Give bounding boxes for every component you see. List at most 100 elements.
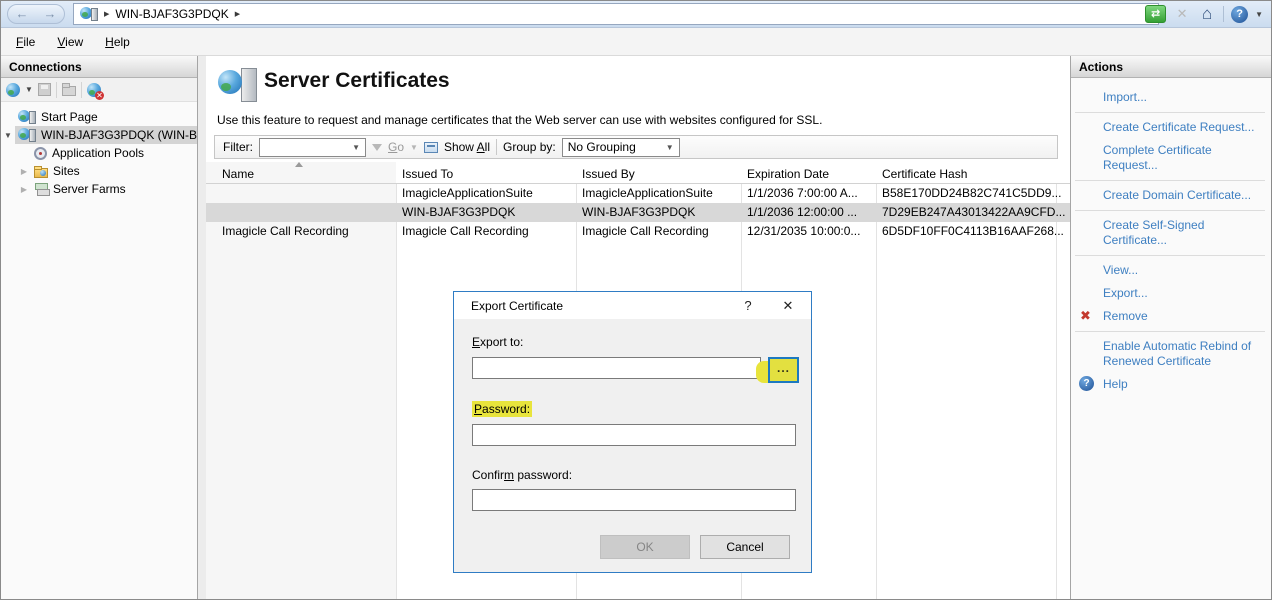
export-certificate-dialog: Export Certificate ? ✕ Export to: ... Pa… bbox=[453, 291, 812, 573]
connect-icon[interactable] bbox=[6, 83, 20, 97]
divider bbox=[81, 82, 82, 98]
action-view[interactable]: View... bbox=[1071, 259, 1267, 282]
action-export[interactable]: Export... bbox=[1071, 282, 1267, 305]
dialog-help-icon[interactable]: ? bbox=[731, 298, 765, 313]
confirm-password-label: Confirm password: bbox=[472, 468, 572, 482]
export-to-input[interactable] bbox=[472, 357, 761, 379]
refresh-icon[interactable]: ⇄ bbox=[1145, 5, 1166, 23]
cancel-button[interactable]: Cancel bbox=[700, 535, 790, 559]
forward-icon[interactable]: → bbox=[44, 5, 57, 23]
divider bbox=[1075, 255, 1265, 256]
address-bar: ← → ▶ WIN-BJAF3G3PDQK ▶ ⇄ ✕ ⌂ ? ▼ bbox=[1, 1, 1271, 28]
connections-header: Connections bbox=[1, 56, 197, 78]
help-circle-icon: ? bbox=[1079, 376, 1094, 391]
home-icon[interactable]: ⌂ bbox=[1198, 5, 1216, 23]
ok-button[interactable]: OK bbox=[600, 535, 690, 559]
page-description: Use this feature to request and manage c… bbox=[217, 113, 822, 127]
dialog-close-icon[interactable]: ✕ bbox=[765, 298, 811, 314]
start-page-icon bbox=[18, 110, 36, 125]
filter-input[interactable]: ▼ bbox=[259, 138, 366, 157]
filter-label: Filter: bbox=[223, 140, 253, 154]
browse-button[interactable]: ... bbox=[768, 357, 799, 383]
chevron-down-icon: ▼ bbox=[666, 143, 674, 152]
chevron-right-icon[interactable]: ▶ bbox=[17, 185, 31, 194]
action-create-certificate-request[interactable]: Create Certificate Request... bbox=[1071, 116, 1267, 139]
save-icon[interactable] bbox=[38, 83, 51, 96]
show-all-button[interactable]: Show All bbox=[444, 140, 490, 154]
stop-icon[interactable]: ✕ bbox=[1173, 5, 1191, 23]
filter-toolbar: Filter: ▼ Go ▼ Show All Group by: No Gro… bbox=[214, 135, 1058, 159]
chevron-right-icon[interactable]: ▶ bbox=[17, 167, 31, 176]
divider bbox=[1075, 112, 1265, 113]
menu-file[interactable]: File bbox=[5, 31, 46, 53]
connect-dropdown-icon[interactable]: ▼ bbox=[25, 85, 33, 94]
filter-go-icon bbox=[372, 144, 382, 151]
back-icon[interactable]: ← bbox=[16, 5, 29, 23]
divider bbox=[1075, 210, 1265, 211]
menu-help[interactable]: Help bbox=[94, 31, 141, 53]
menu-view[interactable]: View bbox=[46, 31, 94, 53]
action-create-self-signed-certificate[interactable]: Create Self-Signed Certificate... bbox=[1071, 214, 1267, 252]
server-icon bbox=[80, 7, 98, 22]
remove-x-icon: ✖ bbox=[1080, 308, 1091, 323]
column-header-issued-to[interactable]: Issued To bbox=[396, 162, 576, 183]
divider bbox=[1075, 180, 1265, 181]
page-title: Server Certificates bbox=[264, 69, 450, 93]
divider bbox=[56, 82, 57, 98]
tree-item-server-farms[interactable]: ▶ Server Farms bbox=[1, 180, 197, 198]
action-help[interactable]: ?Help bbox=[1071, 373, 1267, 396]
application-pools-icon bbox=[34, 147, 47, 160]
table-row[interactable]: Imagicle Call Recording Imagicle Call Re… bbox=[206, 222, 1070, 241]
up-folder-icon[interactable] bbox=[62, 86, 76, 96]
tree-item-sites[interactable]: ▶ Sites bbox=[1, 162, 197, 180]
disconnect-icon[interactable] bbox=[87, 83, 101, 97]
connections-panel: Connections ▼ Start Page ▼ WIN-BJAF3G3PD… bbox=[1, 56, 198, 600]
confirm-password-input[interactable] bbox=[472, 489, 796, 511]
tree-item-application-pools[interactable]: Application Pools bbox=[1, 144, 197, 162]
topbar-icons: ⇄ ✕ ⌂ ? ▼ bbox=[1145, 4, 1263, 24]
server-node-icon bbox=[18, 128, 36, 143]
action-enable-automatic-rebind[interactable]: Enable Automatic Rebind of Renewed Certi… bbox=[1071, 335, 1267, 373]
divider bbox=[1223, 6, 1224, 22]
address-box[interactable]: ▶ WIN-BJAF3G3PDQK ▶ bbox=[73, 3, 1159, 25]
chevron-down-icon: ▼ bbox=[352, 143, 360, 152]
action-create-domain-certificate[interactable]: Create Domain Certificate... bbox=[1071, 184, 1267, 207]
table-row[interactable]: ImagicleApplicationSuite ImagicleApplica… bbox=[206, 184, 1070, 203]
go-dropdown-icon[interactable]: ▼ bbox=[410, 143, 418, 152]
export-to-label: Export to: bbox=[472, 335, 523, 349]
group-by-select[interactable]: No Grouping▼ bbox=[562, 138, 680, 157]
group-by-label: Group by: bbox=[503, 140, 556, 154]
server-farms-icon bbox=[34, 182, 48, 196]
action-complete-certificate-request[interactable]: Complete Certificate Request... bbox=[1071, 139, 1267, 177]
panel-splitter[interactable] bbox=[198, 56, 206, 600]
sites-icon bbox=[34, 168, 48, 178]
go-button[interactable]: Go bbox=[388, 140, 404, 154]
dialog-title: Export Certificate bbox=[454, 299, 731, 313]
divider bbox=[496, 139, 497, 155]
connections-tree: Start Page ▼ WIN-BJAF3G3PDQK (WIN-BJA Ap… bbox=[1, 102, 197, 198]
breadcrumb-arrow-icon[interactable]: ▶ bbox=[104, 10, 109, 18]
column-header-expiration[interactable]: Expiration Date bbox=[741, 162, 876, 183]
password-input[interactable] bbox=[472, 424, 796, 446]
tree-item-start-page[interactable]: Start Page bbox=[1, 108, 197, 126]
actions-header: Actions bbox=[1071, 56, 1271, 78]
help-dropdown-icon[interactable]: ▼ bbox=[1255, 10, 1263, 19]
help-icon[interactable]: ? bbox=[1231, 6, 1248, 23]
sort-asc-icon bbox=[295, 162, 303, 167]
navigation-buttons: ← → bbox=[7, 4, 65, 24]
column-header-hash[interactable]: Certificate Hash bbox=[876, 162, 1070, 183]
action-remove[interactable]: ✖Remove bbox=[1071, 305, 1267, 328]
table-header: Name Issued To Issued By Expiration Date… bbox=[206, 162, 1070, 184]
divider bbox=[1075, 331, 1265, 332]
show-all-icon bbox=[424, 142, 438, 153]
iis-manager-window: ← → ▶ WIN-BJAF3G3PDQK ▶ ⇄ ✕ ⌂ ? ▼ File V… bbox=[0, 0, 1272, 600]
tree-item-server[interactable]: ▼ WIN-BJAF3G3PDQK (WIN-BJA bbox=[1, 126, 197, 144]
server-certificates-icon bbox=[218, 67, 260, 105]
action-import[interactable]: Import... bbox=[1071, 86, 1267, 109]
column-header-issued-by[interactable]: Issued By bbox=[576, 162, 741, 183]
breadcrumb[interactable]: WIN-BJAF3G3PDQK bbox=[115, 7, 228, 21]
table-row-selected[interactable]: WIN-BJAF3G3PDQK WIN-BJAF3G3PDQK 1/1/2036… bbox=[206, 203, 1070, 222]
dialog-titlebar[interactable]: Export Certificate ? ✕ bbox=[454, 292, 811, 319]
breadcrumb-arrow-icon[interactable]: ▶ bbox=[235, 10, 240, 18]
chevron-down-icon[interactable]: ▼ bbox=[1, 131, 15, 140]
